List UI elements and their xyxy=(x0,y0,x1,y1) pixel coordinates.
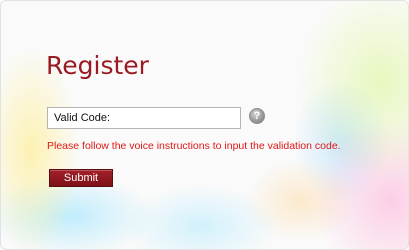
page-title: Register xyxy=(46,51,149,80)
validation-message: Please follow the voice instructions to … xyxy=(47,140,341,152)
valid-code-input[interactable] xyxy=(47,107,241,129)
question-circle-icon[interactable]: ? xyxy=(249,108,265,124)
register-panel: Register ? Please follow the voice instr… xyxy=(0,0,409,250)
submit-button[interactable]: Submit xyxy=(49,169,113,187)
